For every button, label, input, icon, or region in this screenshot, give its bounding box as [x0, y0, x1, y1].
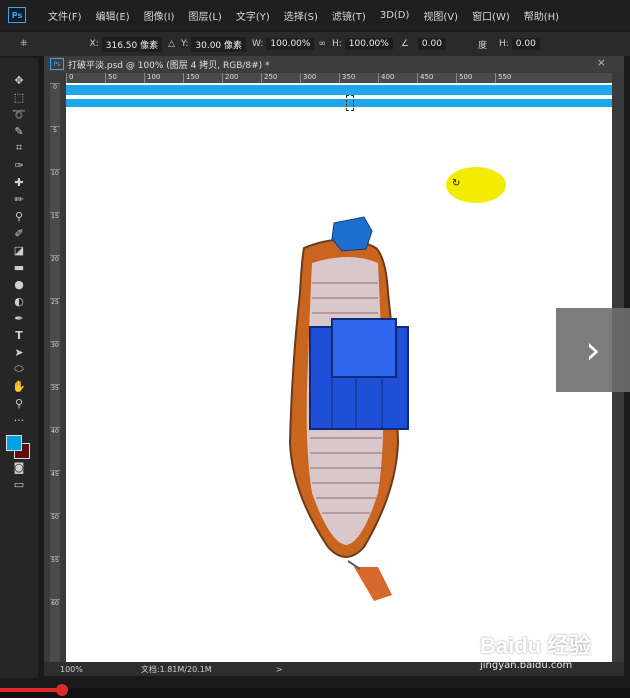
angle-field[interactable]: 0.00	[415, 38, 446, 50]
path-select-tool-icon[interactable]: ➤	[0, 344, 38, 360]
document-window: Ps 打破平淡.psd @ 100% (图层 4 拷贝, RGB/8#) * ×…	[44, 56, 624, 676]
document-tab[interactable]: Ps 打破平淡.psd @ 100% (图层 4 拷贝, RGB/8#) * ×	[44, 56, 624, 72]
ruler-tick: 200	[222, 73, 261, 83]
ruler-tick: 250	[261, 73, 300, 83]
tools-panel: ✥ ⬚ ➰ ✎ ⌗ ✑ ✚ ✏ ⚲ ✐ ◪ ▬ ● ◐ ✒ T ➤ ⬭ ✋ ⚲ …	[0, 58, 38, 678]
ruler-tick: 50	[105, 73, 144, 83]
healing-brush-tool-icon[interactable]: ✚	[0, 174, 38, 190]
crop-tool-icon[interactable]: ⌗	[0, 140, 38, 156]
menu-file[interactable]: 文件(F)	[48, 8, 82, 23]
ruler-tick: 400	[378, 73, 417, 83]
ruler-tick: 25	[50, 298, 60, 341]
document-size-info[interactable]: 文档:1.81M/20.1M	[141, 664, 212, 675]
ruler-tick: 60	[50, 599, 60, 642]
photoshop-logo: Ps	[8, 7, 26, 23]
canvas[interactable]: ↻	[66, 83, 612, 666]
ruler-tick: 45	[50, 470, 60, 513]
ruler-tick: 500	[456, 73, 495, 83]
ruler-tick: 100	[144, 73, 183, 83]
ruler-tick: 10	[50, 169, 60, 212]
menu-select[interactable]: 选择(S)	[284, 8, 318, 23]
quick-mask-icon[interactable]: ◙	[0, 459, 38, 475]
menu-bar: Ps 文件(F) 编辑(E) 图像(I) 图层(L) 文字(Y) 选择(S) 滤…	[0, 0, 630, 30]
ruler-tick: 0	[50, 83, 60, 126]
h-skew-field[interactable]: H: 0.00	[499, 38, 540, 50]
menu-image[interactable]: 图像(I)	[144, 8, 175, 23]
close-icon[interactable]: ×	[597, 56, 606, 69]
ruler-vertical[interactable]: 0 5 10 15 20 25 30 35 40 45 50 55 60	[50, 83, 60, 673]
ruler-tick: 300	[300, 73, 339, 83]
menu-edit[interactable]: 编辑(E)	[96, 8, 130, 23]
brush-tool-icon[interactable]: ✏	[0, 191, 38, 207]
status-arrow-icon[interactable]: >	[276, 665, 283, 674]
menu-view[interactable]: 视图(V)	[423, 8, 458, 23]
ruler-tick: 35	[50, 384, 60, 427]
video-progress-fill	[0, 688, 64, 692]
move-tool-icon[interactable]: ✥	[0, 72, 38, 88]
transform-reference-icon[interactable]: ⁜	[20, 39, 28, 49]
history-brush-tool-icon[interactable]: ✐	[0, 225, 38, 241]
ruler-tick: 0	[66, 73, 105, 83]
quick-select-tool-icon[interactable]: ✎	[0, 123, 38, 139]
menu-filter[interactable]: 滤镜(T)	[332, 8, 366, 23]
x-field[interactable]: X: 316.50 像素	[90, 36, 163, 52]
angle-icon: ∠	[400, 39, 409, 49]
hand-tool-icon[interactable]: ✋	[0, 378, 38, 394]
baidu-watermark: Baidu 经验 jingyan.baidu.com	[480, 633, 592, 671]
lasso-tool-icon[interactable]: ➰	[0, 106, 38, 122]
blur-tool-icon[interactable]: ●	[0, 276, 38, 292]
photoshop-doc-icon: Ps	[50, 58, 64, 70]
dodge-tool-icon[interactable]: ◐	[0, 293, 38, 309]
zoom-tool-icon[interactable]: ⚲	[0, 395, 38, 411]
options-bar: ⁜ X: 316.50 像素 △ Y: 30.00 像素 W: 100.00% ∞ H…	[0, 32, 630, 56]
triangle-icon: △	[168, 39, 176, 49]
eraser-tool-icon[interactable]: ◪	[0, 242, 38, 258]
ruler-tick: 40	[50, 427, 60, 470]
ruler-tick: 5	[50, 126, 60, 169]
ruler-tick: 15	[50, 212, 60, 255]
menu-3d[interactable]: 3D(D)	[380, 10, 410, 21]
zoom-level[interactable]: 100%	[60, 665, 83, 674]
menu-window[interactable]: 窗口(W)	[472, 8, 510, 23]
foreground-color-swatch[interactable]	[6, 435, 22, 451]
ruler-tick: 55	[50, 556, 60, 599]
document-title: 打破平淡.psd @ 100% (图层 4 拷贝, RGB/8#) *	[68, 60, 270, 71]
ruler-tick: 30	[50, 341, 60, 384]
ruler-horizontal[interactable]: 0 50 100 150 200 250 300 350 400 450 500…	[66, 73, 612, 83]
screen-mode-icon[interactable]: ▭	[0, 476, 38, 492]
video-progress-bar[interactable]	[0, 684, 630, 698]
shape-tool-icon[interactable]: ⬭	[0, 361, 38, 377]
marquee-tool-icon[interactable]: ⬚	[0, 89, 38, 105]
ruler-tick: 450	[417, 73, 456, 83]
gradient-tool-icon[interactable]: ▬	[0, 259, 38, 275]
stamp-tool-icon[interactable]: ⚲	[0, 208, 38, 224]
more-tools-icon[interactable]: ···	[0, 412, 38, 428]
ruler-tick: 20	[50, 255, 60, 298]
ruler-tick: 350	[339, 73, 378, 83]
y-field[interactable]: Y: 30.00 像素	[181, 36, 247, 52]
color-swatches	[0, 429, 38, 459]
h-field[interactable]: H: 100.00%	[332, 38, 393, 50]
menu-help[interactable]: 帮助(H)	[524, 8, 559, 23]
ruler-tick: 150	[183, 73, 222, 83]
pen-tool-icon[interactable]: ✒	[0, 310, 38, 326]
ruler-tick: 550	[495, 73, 534, 83]
type-tool-icon[interactable]: T	[0, 327, 38, 343]
ruler-tick: 50	[50, 513, 60, 556]
link-icon[interactable]: ∞	[318, 39, 326, 49]
menu-type[interactable]: 文字(Y)	[236, 8, 270, 23]
angle-unit: 度	[477, 40, 487, 51]
video-scrubber-handle[interactable]	[56, 684, 68, 696]
menu-layer[interactable]: 图层(L)	[188, 8, 221, 23]
next-slide-button[interactable]: ›	[556, 308, 630, 392]
w-field[interactable]: W: 100.00%	[252, 38, 315, 50]
eyedropper-tool-icon[interactable]: ✑	[0, 157, 38, 173]
boat-image	[288, 216, 409, 601]
